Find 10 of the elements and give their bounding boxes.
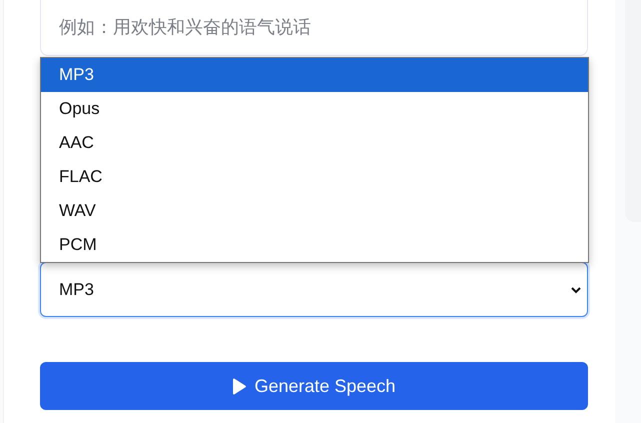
- dropdown-option[interactable]: PCM: [41, 228, 588, 262]
- generate-button[interactable]: Generate Speech: [40, 362, 588, 410]
- play-icon: [232, 378, 246, 394]
- dropdown-option[interactable]: WAV: [41, 194, 588, 228]
- dropdown-option[interactable]: Opus: [41, 92, 588, 126]
- dropdown-option[interactable]: AAC: [41, 126, 588, 160]
- format-select[interactable]: MP3: [40, 262, 588, 317]
- dropdown-option[interactable]: FLAC: [41, 160, 588, 194]
- instruction-field[interactable]: 例如：用欢快和兴奋的语气说话: [40, 0, 588, 56]
- dropdown-option[interactable]: MP3: [41, 58, 588, 92]
